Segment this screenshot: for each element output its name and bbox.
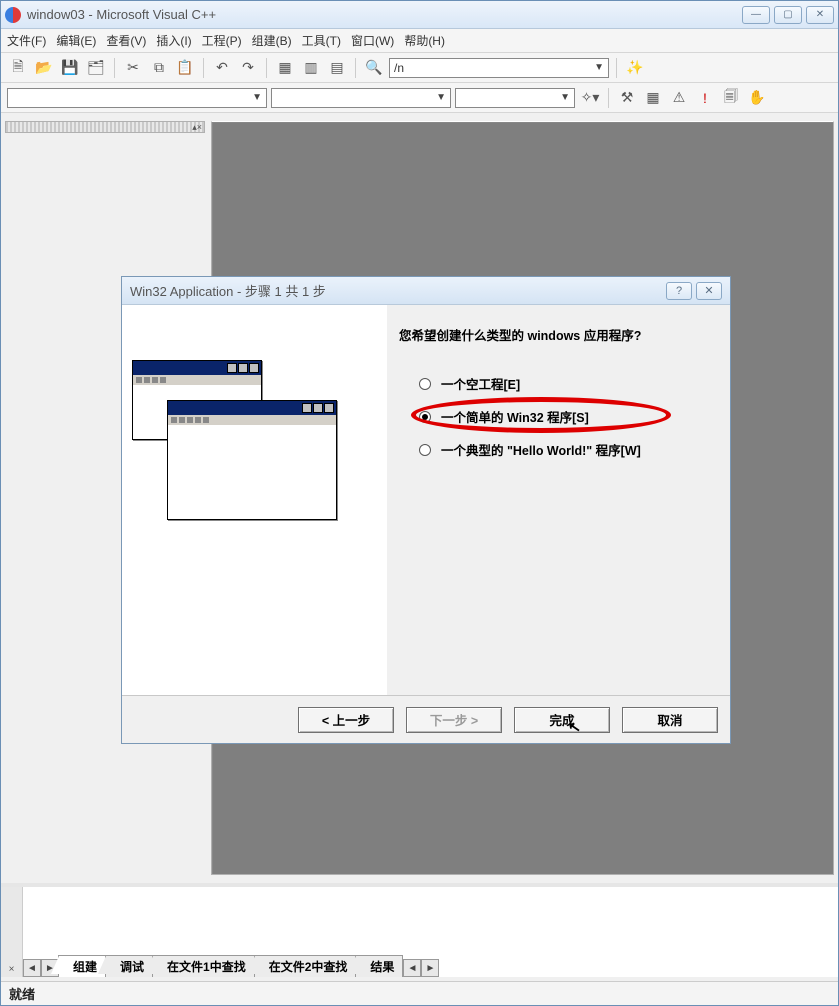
finish-button[interactable]: 完成 ↖ — [514, 707, 610, 733]
chevron-down-icon: ▼ — [436, 92, 446, 103]
cancel-button[interactable]: 取消 — [622, 707, 718, 733]
radio-icon — [419, 378, 431, 390]
tab-find2[interactable]: 在文件2中查找 — [254, 955, 357, 977]
radio-label: 一个简单的 Win32 程序[S] — [441, 407, 589, 426]
wand-icon[interactable]: ✧▾ — [579, 87, 601, 109]
output-icon[interactable]: ▥ — [300, 57, 322, 79]
illustration-window-icon — [167, 400, 337, 520]
tab-scroll-left[interactable]: ◄ — [23, 959, 41, 977]
find-value: /n — [394, 61, 404, 75]
open-icon[interactable]: 📂 — [33, 57, 55, 79]
find-in-files-icon[interactable]: 🔍 — [363, 57, 385, 79]
status-bar: 就绪 — [1, 981, 838, 1005]
menu-window[interactable]: 窗口(W) — [351, 32, 394, 49]
titlebar: window03 - Microsoft Visual C++ — ▢ ✕ — [1, 1, 838, 29]
build-toolbar: ▼ ▼ ▼ ✧▾ ⚒ ▦ ⚠ ! 🗐 ✋ — [1, 83, 838, 113]
tab-results[interactable]: 结果 — [355, 955, 403, 977]
pane-close-icon[interactable]: × — [197, 122, 202, 132]
radio-icon — [419, 411, 431, 423]
find-combo[interactable]: /n ▼ — [389, 58, 609, 78]
copy-icon[interactable]: ⧉ — [148, 57, 170, 79]
wizard-footer: < 上一步 下一步 > 完成 ↖ 取消 — [122, 695, 730, 743]
standard-toolbar: 🗎 📂 💾 🗂 ✂ ⧉ 📋 ↶ ↷ ▦ ▥ ▤ 🔍 /n ▼ ✨ — [1, 53, 838, 83]
workspace-pane-header[interactable]: ▴ × — [5, 121, 205, 133]
radio-icon — [419, 444, 431, 456]
output-close-icon[interactable]: × — [9, 964, 15, 975]
menu-file[interactable]: 文件(F) — [7, 32, 46, 49]
chevron-down-icon: ▼ — [560, 92, 570, 103]
workspace-pane: ▴ × — [5, 121, 205, 131]
output-pane: × ◄ ► 组建 调试 在文件1中查找 在文件2中查找 结果 ◄ ► — [1, 883, 838, 977]
wizard-dialog: Win32 Application - 步骤 1 共 1 步 ? ✕ — [121, 276, 731, 744]
main-window: window03 - Microsoft Visual C++ — ▢ ✕ 文件… — [0, 0, 839, 1006]
breakpoint-icon[interactable]: ✋ — [746, 87, 768, 109]
radio-hello-world[interactable]: 一个典型的 "Hello World!" 程序[W] — [419, 438, 712, 461]
menubar: 文件(F) 编辑(E) 查看(V) 插入(I) 工程(P) 组建(B) 工具(T… — [1, 29, 838, 53]
tab-scroll-right2[interactable]: ► — [421, 959, 439, 977]
wizard-title-text: Win32 Application - 步骤 1 共 1 步 — [130, 281, 662, 300]
wizard-titlebar: Win32 Application - 步骤 1 共 1 步 ? ✕ — [122, 277, 730, 305]
radio-label: 一个典型的 "Hello World!" 程序[W] — [441, 440, 641, 459]
menu-tools[interactable]: 工具(T) — [302, 32, 341, 49]
radio-label: 一个空工程[E] — [441, 374, 520, 393]
wizard-close-button[interactable]: ✕ — [696, 282, 722, 300]
back-button[interactable]: < 上一步 — [298, 707, 394, 733]
workspace-icon[interactable]: ▦ — [274, 57, 296, 79]
menu-view[interactable]: 查看(V) — [106, 32, 146, 49]
stop-build-icon[interactable]: ⚠ — [668, 87, 690, 109]
save-icon[interactable]: 💾 — [59, 57, 81, 79]
status-text: 就绪 — [9, 984, 35, 1003]
wizard-illustration — [122, 305, 387, 695]
wizard-question: 您希望创建什么类型的 windows 应用程序? — [399, 325, 712, 344]
menu-insert[interactable]: 插入(I) — [156, 32, 191, 49]
output-body: ◄ ► 组建 调试 在文件1中查找 在文件2中查找 结果 ◄ ► — [23, 887, 838, 977]
cut-icon[interactable]: ✂ — [122, 57, 144, 79]
menu-project[interactable]: 工程(P) — [202, 32, 242, 49]
member-combo[interactable]: ▼ — [271, 88, 451, 108]
radio-empty-project[interactable]: 一个空工程[E] — [419, 372, 712, 395]
maximize-button[interactable]: ▢ — [774, 6, 802, 24]
menu-build[interactable]: 组建(B) — [252, 32, 292, 49]
tab-scroll-left2[interactable]: ◄ — [403, 959, 421, 977]
app-icon — [5, 7, 21, 23]
execute-icon[interactable]: ! — [694, 87, 716, 109]
chevron-down-icon: ▼ — [252, 92, 262, 103]
minimize-button[interactable]: — — [742, 6, 770, 24]
output-pane-gutter: × — [1, 887, 23, 977]
menu-help[interactable]: 帮助(H) — [404, 32, 445, 49]
class-combo[interactable]: ▼ — [7, 88, 267, 108]
radio-simple-win32[interactable]: 一个简单的 Win32 程序[S] — [419, 405, 712, 428]
new-text-icon[interactable]: 🗎 — [7, 57, 29, 79]
tile-icon[interactable]: ✨ — [624, 57, 646, 79]
close-button[interactable]: ✕ — [806, 6, 834, 24]
compile-icon[interactable]: ⚒ — [616, 87, 638, 109]
redo-icon[interactable]: ↷ — [237, 57, 259, 79]
menu-edit[interactable]: 编辑(E) — [56, 32, 96, 49]
chevron-down-icon: ▼ — [594, 62, 604, 73]
next-button[interactable]: 下一步 > — [406, 707, 502, 733]
paste-icon[interactable]: 📋 — [174, 57, 196, 79]
help-button[interactable]: ? — [666, 282, 692, 300]
window-list-icon[interactable]: ▤ — [326, 57, 348, 79]
save-all-icon[interactable]: 🗂 — [85, 57, 107, 79]
config-combo[interactable]: ▼ — [455, 88, 575, 108]
build-icon[interactable]: ▦ — [642, 87, 664, 109]
output-tabs: ◄ ► 组建 调试 在文件1中查找 在文件2中查找 结果 ◄ ► — [23, 957, 439, 977]
undo-icon[interactable]: ↶ — [211, 57, 233, 79]
go-icon[interactable]: 🗐 — [720, 87, 742, 109]
window-title: window03 - Microsoft Visual C++ — [27, 7, 742, 22]
tab-find1[interactable]: 在文件1中查找 — [152, 955, 255, 977]
